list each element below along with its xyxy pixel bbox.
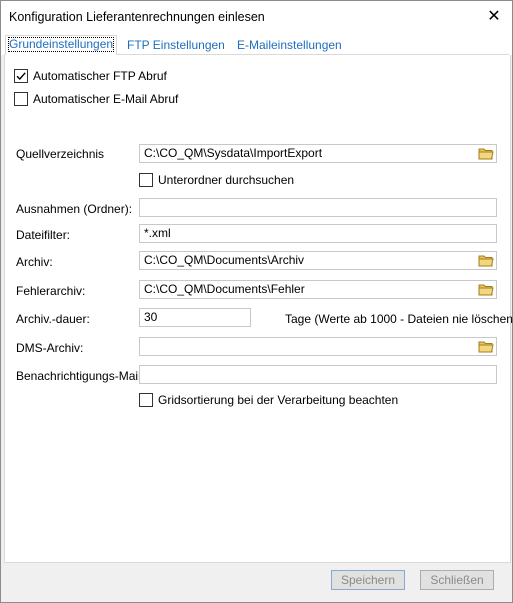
benachrichtigung-label: Benachrichtigungs-Mail:	[16, 369, 145, 383]
dateifilter-label: Dateifilter:	[16, 228, 71, 242]
archiv-label: Archiv:	[16, 255, 53, 269]
tab-panel	[4, 55, 511, 563]
checkmark-icon	[16, 72, 26, 81]
quellverzeichnis-label: Quellverzeichnis	[16, 147, 105, 161]
unterordner-label: Unterordner durchsuchen	[158, 173, 295, 187]
email-abruf-label: Automatischer E-Mail Abruf	[33, 92, 179, 106]
archivdauer-label: Archiv.-dauer:	[16, 312, 90, 326]
fehlerarchiv-field[interactable]: C:\CO_QM\Documents\Fehler	[139, 280, 497, 299]
tab-grundeinstellungen[interactable]: Grundeinstellungen	[5, 35, 118, 56]
fehlerarchiv-label: Fehlerarchiv:	[16, 284, 86, 298]
tab-ftp-einstellungen[interactable]: FTP Einstellungen	[127, 37, 225, 54]
gridsortierung-checkbox[interactable]	[139, 393, 153, 407]
dms-archiv-field[interactable]	[139, 337, 497, 356]
save-button[interactable]: Speichern	[331, 570, 405, 590]
dialog-window: Konfiguration Lieferantenrechnungen einl…	[0, 0, 513, 603]
tab-e-maileinstellungen[interactable]: E-Maileinstellungen	[237, 37, 342, 54]
ftp-abruf-label: Automatischer FTP Abruf	[33, 69, 167, 83]
archiv-field[interactable]: C:\CO_QM\Documents\Archiv	[139, 251, 497, 270]
dms-archiv-label: DMS-Archiv:	[16, 341, 84, 355]
close-button[interactable]: Schließen	[420, 570, 494, 590]
ftp-abruf-checkbox[interactable]	[14, 69, 28, 83]
title-bar: Konfiguration Lieferantenrechnungen einl…	[1, 1, 512, 32]
tab-label: Grundeinstellungen	[7, 37, 115, 52]
folder-icon[interactable]	[477, 145, 495, 162]
close-icon[interactable]: ✕	[481, 5, 507, 29]
unterordner-checkbox[interactable]	[139, 173, 153, 187]
window-title: Konfiguration Lieferantenrechnungen einl…	[9, 10, 265, 24]
folder-icon[interactable]	[477, 281, 495, 298]
ausnahmen-field[interactable]	[139, 198, 497, 217]
folder-icon[interactable]	[477, 252, 495, 269]
email-abruf-checkbox[interactable]	[14, 92, 28, 106]
ausnahmen-label: Ausnahmen (Ordner):	[16, 202, 133, 216]
dateifilter-field[interactable]: *.xml	[139, 224, 497, 243]
quellverzeichnis-field[interactable]: C:\CO_QM\Sysdata\ImportExport	[139, 144, 497, 163]
gridsortierung-label: Gridsortierung bei der Verarbeitung beac…	[158, 393, 399, 407]
archivdauer-field[interactable]: 30	[139, 308, 251, 327]
folder-icon[interactable]	[477, 338, 495, 355]
benachrichtigung-field[interactable]	[139, 365, 497, 384]
archivdauer-hint: Tage (Werte ab 1000 - Dateien nie lösche…	[285, 312, 513, 326]
